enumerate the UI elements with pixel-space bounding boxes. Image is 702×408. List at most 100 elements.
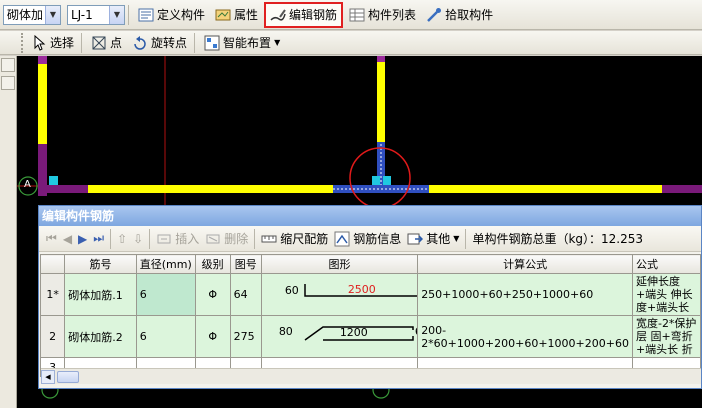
prev-record-button[interactable]: ◀ — [60, 228, 75, 250]
edit-rebar-dialog: 编辑构件钢筋 ⏮ ◀ ▶ ⏭ ⇧ ⇩ 插入 删除 缩尺配筋 钢筋信息 其他 ▼ … — [38, 205, 702, 389]
column-header[interactable]: 图形 — [260, 254, 419, 274]
toolbar-separator — [128, 4, 129, 25]
formula-desc-cell[interactable]: 延伸长度+端头 伸长度+端头长 — [631, 273, 702, 316]
horizontal-scrollbar[interactable]: ◀ — [41, 368, 701, 384]
rebar-info-button[interactable]: 钢筋信息 — [331, 228, 404, 250]
point-button[interactable]: 点 — [87, 32, 126, 54]
toolbar-separator — [465, 228, 467, 249]
total-weight-label: 单构件钢筋总重（kg）： — [472, 232, 602, 246]
rebar-pen-icon — [270, 7, 286, 23]
other-menu-button[interactable]: 其他 ▼ — [404, 228, 462, 250]
total-weight-value: 12.253 — [601, 231, 644, 246]
rebar-name-cell[interactable]: 砌体加筋.1 — [64, 273, 137, 316]
total-weight: 单构件钢筋总重（kg）： 12.253 — [469, 228, 646, 250]
shape-left-length: 80 — [278, 325, 293, 338]
chevron-down-icon: ▼ — [453, 234, 460, 243]
rebar-marker — [383, 176, 391, 185]
next-record-button[interactable]: ▶ — [75, 228, 90, 250]
column-header[interactable]: 级别 — [194, 254, 231, 274]
rebar-marker — [49, 176, 58, 185]
delete-label: 删除 — [224, 232, 249, 246]
figure-number-cell[interactable]: 64 — [229, 273, 262, 316]
smart-layout-label: 智能布置 — [223, 36, 272, 50]
shape-cell[interactable]: 60 2500 60 — [260, 273, 419, 316]
formula-cell[interactable]: 200-2*60+1000+200+60+1000+200+60 — [417, 315, 633, 358]
toolbar-separator — [254, 228, 256, 249]
component-name-combo[interactable]: LJ-1 ▼ — [67, 4, 125, 25]
dialog-title[interactable]: 编辑构件钢筋 — [39, 206, 701, 226]
other-label: 其他 — [426, 232, 451, 246]
define-component-button[interactable]: 定义构件 — [134, 4, 209, 26]
formula-cell[interactable]: 250+1000+60+250+1000+60 — [417, 273, 633, 316]
define-icon — [138, 7, 154, 23]
table-row[interactable]: 1* 砌体加筋.1 6 Φ 64 60 2500 60 250+1000+60+… — [39, 273, 702, 316]
diameter-cell[interactable]: 6 — [135, 273, 196, 316]
rebar-name-cell[interactable]: 砌体加筋.2 — [64, 315, 137, 358]
pick-component-button[interactable]: 拾取构件 — [422, 4, 497, 26]
rebar-info-icon — [334, 231, 350, 247]
component-name-value: LJ-1 — [71, 7, 93, 22]
rebar-table: 筋号 直径(mm) 级别 图号 图形 计算公式 公式 1* 砌体加筋.1 6 Φ… — [39, 254, 702, 377]
figure-number-cell[interactable]: 275 — [229, 315, 262, 358]
properties-icon — [215, 7, 231, 23]
rebar-shape-275: 80 1200 60 — [265, 317, 417, 357]
delete-button[interactable]: 删除 — [202, 228, 251, 250]
scroll-left-button[interactable]: ◀ — [41, 370, 55, 384]
point-label: 点 — [110, 36, 123, 50]
select-button[interactable]: 选择 — [27, 32, 78, 54]
chevron-down-icon[interactable]: ▼ — [45, 5, 60, 24]
insert-label: 插入 — [175, 232, 200, 246]
smart-layout-button[interactable]: 智能布置 ▼ — [200, 32, 284, 54]
toolbar-separator — [149, 228, 151, 249]
column-header[interactable]: 图号 — [229, 254, 262, 274]
formula-desc-cell[interactable]: 宽度-2*保护层 固+弯折+端头长 折 — [631, 315, 702, 358]
column-header[interactable]: 筋号 — [64, 254, 137, 274]
left-panel-strip — [0, 56, 17, 408]
last-record-button[interactable]: ⏭ — [90, 228, 107, 250]
rebar-info-label: 钢筋信息 — [353, 232, 402, 246]
toolbar-grip[interactable] — [21, 32, 25, 53]
grade-cell[interactable]: Φ — [194, 273, 231, 316]
axis-a-label: A — [24, 179, 31, 190]
scrollbar-thumb[interactable] — [57, 371, 79, 383]
component-type-combo[interactable]: 砌体加 ▼ — [3, 4, 61, 25]
table-row[interactable]: 2 砌体加筋.2 6 Φ 275 80 1200 60 200-2*60+100… — [39, 315, 702, 358]
panel-toggle-button[interactable] — [1, 58, 15, 72]
move-up-button[interactable]: ⇧ — [114, 228, 130, 250]
panel-toggle-button[interactable] — [1, 76, 15, 90]
column-header[interactable]: 计算公式 — [417, 254, 633, 274]
component-list-button[interactable]: 构件列表 — [345, 4, 420, 26]
rebar-shape-64: 60 2500 60 — [265, 275, 417, 315]
edit-rebar-button[interactable]: 编辑钢筋 — [264, 1, 344, 28]
shape-mid-length: 1200 — [339, 326, 368, 339]
insert-icon — [156, 231, 172, 247]
chevron-down-icon[interactable]: ▼ — [274, 38, 280, 47]
select-label: 选择 — [50, 36, 75, 50]
wall-column — [662, 185, 702, 193]
diameter-cell[interactable]: 6 — [135, 315, 196, 358]
rotate-icon — [132, 35, 148, 51]
eyedropper-icon — [426, 7, 442, 23]
toolbar-separator — [194, 32, 196, 53]
column-header[interactable]: 直径(mm) — [135, 254, 196, 274]
column-header[interactable]: 公式 — [631, 254, 702, 274]
draw-toolbar: 选择 点 旋转点 智能布置 ▼ — [0, 31, 702, 55]
insert-button[interactable]: 插入 — [153, 228, 202, 250]
wall-end-cap — [377, 56, 385, 62]
chevron-down-icon[interactable]: ▼ — [109, 5, 124, 24]
rotate-point-button[interactable]: 旋转点 — [128, 32, 191, 54]
table-header-row: 筋号 直径(mm) 级别 图号 图形 计算公式 公式 — [39, 254, 702, 274]
row-number: 2 — [39, 315, 66, 358]
shape-left-length: 60 — [284, 284, 299, 297]
component-type-value: 砌体加 — [7, 8, 44, 22]
shape-cell[interactable]: 80 1200 60 — [260, 315, 419, 358]
first-record-button[interactable]: ⏮ — [43, 228, 60, 250]
main-toolbar: 砌体加 ▼ LJ-1 ▼ 定义构件 属性 编辑钢筋 构件列表 拾取构件 — [0, 0, 702, 30]
grade-cell[interactable]: Φ — [194, 315, 231, 358]
ruler-icon — [261, 231, 277, 247]
component-list-label: 构件列表 — [368, 8, 417, 22]
move-down-button[interactable]: ⇩ — [130, 228, 146, 250]
wall-column — [38, 185, 88, 193]
scale-rebar-button[interactable]: 缩尺配筋 — [258, 228, 331, 250]
properties-button[interactable]: 属性 — [211, 4, 262, 26]
